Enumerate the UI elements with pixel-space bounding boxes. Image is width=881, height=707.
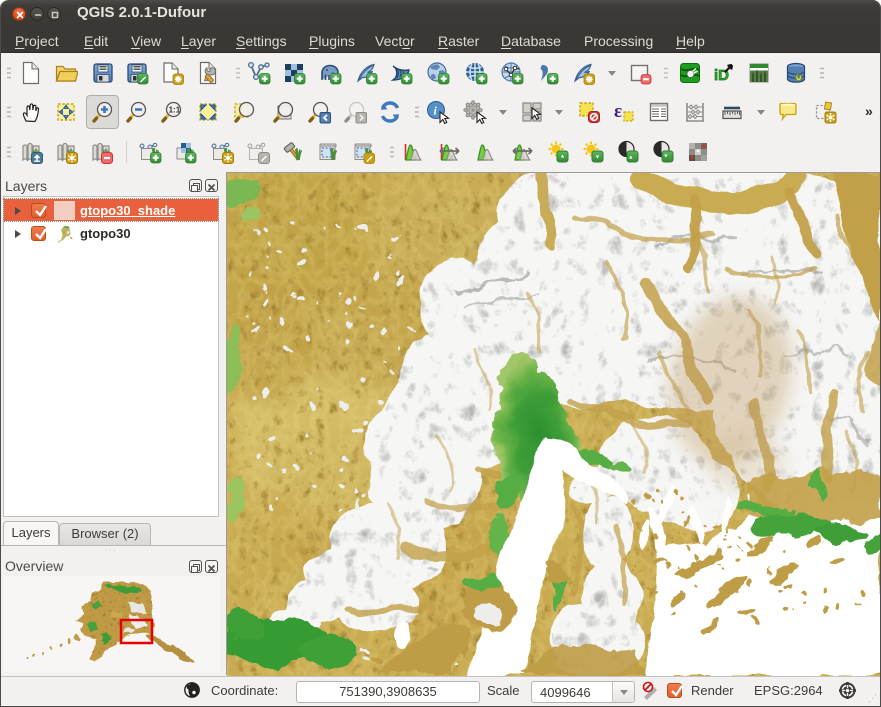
svg-text:ε: ε (614, 101, 622, 122)
svg-text:1:1: 1:1 (169, 106, 181, 115)
